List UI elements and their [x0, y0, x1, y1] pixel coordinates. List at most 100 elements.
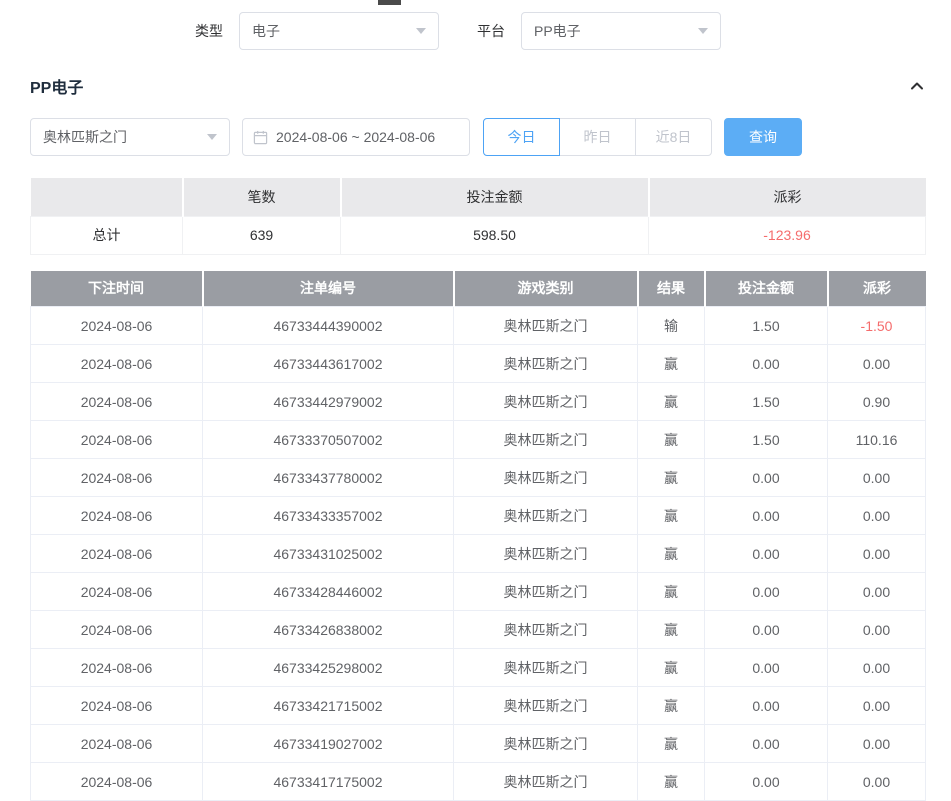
cell-bet-time: 2024-08-06 [31, 687, 203, 725]
cell-game-type: 奥林匹斯之门 [454, 535, 638, 573]
chevron-down-icon [416, 28, 426, 34]
cell-payout: 0.00 [828, 687, 926, 725]
game-select-value: 奥林匹斯之门 [43, 127, 127, 147]
top-filter-bar: 类型 电子 平台 PP电子 [0, 0, 951, 50]
cell-bet-amount: 0.00 [705, 687, 828, 725]
cell-order-id: 46733443617002 [203, 345, 454, 383]
cell-payout: 0.00 [828, 611, 926, 649]
table-row: 2024-08-0646733431025002奥林匹斯之门赢0.000.00 [31, 535, 926, 573]
table-row: 2024-08-0646733421715002奥林匹斯之门赢0.000.00 [31, 687, 926, 725]
bet-detail-table: 下注时间 注单编号 游戏类别 结果 投注金额 派彩 2024-08-064673… [30, 271, 926, 801]
platform-label: 平台 [477, 21, 505, 41]
cell-order-id: 46733419027002 [203, 725, 454, 763]
summary-total-label: 总计 [31, 216, 183, 254]
last-8-days-button[interactable]: 近8日 [635, 118, 712, 156]
header-order-id: 注单编号 [203, 271, 454, 307]
cell-result: 赢 [638, 459, 705, 497]
cell-bet-amount: 0.00 [705, 649, 828, 687]
table-row: 2024-08-0646733444390002奥林匹斯之门输1.50-1.50 [31, 307, 926, 345]
chevron-down-icon [698, 28, 708, 34]
cell-bet-amount: 1.50 [705, 383, 828, 421]
cell-game-type: 奥林匹斯之门 [454, 345, 638, 383]
summary-header-payout: 派彩 [649, 178, 926, 216]
section-header: PP电子 [30, 74, 925, 98]
search-button[interactable]: 查询 [724, 118, 802, 156]
summary-payout-value: -123.96 [649, 216, 926, 254]
cell-bet-time: 2024-08-06 [31, 459, 203, 497]
chevron-down-icon [207, 134, 217, 140]
table-row: 2024-08-0646733428446002奥林匹斯之门赢0.000.00 [31, 573, 926, 611]
cell-bet-time: 2024-08-06 [31, 421, 203, 459]
table-row: 2024-08-0646733433357002奥林匹斯之门赢0.000.00 [31, 497, 926, 535]
cell-order-id: 46733431025002 [203, 535, 454, 573]
cell-result: 赢 [638, 535, 705, 573]
cell-result: 输 [638, 307, 705, 345]
cell-bet-time: 2024-08-06 [31, 307, 203, 345]
date-range-picker[interactable]: 2024-08-06 ~ 2024-08-06 [242, 118, 470, 156]
cell-bet-time: 2024-08-06 [31, 497, 203, 535]
cell-payout: 0.90 [828, 383, 926, 421]
cell-game-type: 奥林匹斯之门 [454, 307, 638, 345]
cell-order-id: 46733444390002 [203, 307, 454, 345]
cell-order-id: 46733428446002 [203, 573, 454, 611]
cell-result: 赢 [638, 687, 705, 725]
summary-header-bet-amount: 投注金额 [341, 178, 649, 216]
collapse-chevron-up-icon[interactable] [909, 78, 925, 94]
cell-game-type: 奥林匹斯之门 [454, 459, 638, 497]
cell-bet-amount: 0.00 [705, 573, 828, 611]
type-select-value: 电子 [252, 21, 280, 41]
summary-total-row: 总计 639 598.50 -123.96 [31, 216, 926, 254]
cell-bet-time: 2024-08-06 [31, 649, 203, 687]
summary-header-empty [31, 178, 183, 216]
cell-game-type: 奥林匹斯之门 [454, 725, 638, 763]
today-button[interactable]: 今日 [483, 118, 560, 156]
cell-payout: 0.00 [828, 535, 926, 573]
cell-bet-amount: 0.00 [705, 497, 828, 535]
cell-bet-amount: 1.50 [705, 421, 828, 459]
yesterday-button[interactable]: 昨日 [559, 118, 636, 156]
summary-count-value: 639 [183, 216, 341, 254]
cell-result: 赢 [638, 345, 705, 383]
cell-result: 赢 [638, 611, 705, 649]
cell-bet-time: 2024-08-06 [31, 383, 203, 421]
cell-order-id: 46733433357002 [203, 497, 454, 535]
cell-payout: 0.00 [828, 345, 926, 383]
summary-table: 笔数 投注金额 派彩 总计 639 598.50 -123.96 [30, 178, 926, 255]
game-select[interactable]: 奥林匹斯之门 [30, 118, 230, 156]
table-row: 2024-08-0646733425298002奥林匹斯之门赢0.000.00 [31, 649, 926, 687]
summary-header-row: 笔数 投注金额 派彩 [31, 178, 926, 216]
cell-payout: 0.00 [828, 573, 926, 611]
filter-bar: 奥林匹斯之门 2024-08-06 ~ 2024-08-06 今日 昨日 近8日… [30, 118, 925, 156]
cell-order-id: 46733442979002 [203, 383, 454, 421]
cell-result: 赢 [638, 497, 705, 535]
cell-payout: 0.00 [828, 459, 926, 497]
cell-game-type: 奥林匹斯之门 [454, 687, 638, 725]
cell-bet-amount: 0.00 [705, 725, 828, 763]
cell-bet-amount: 1.50 [705, 307, 828, 345]
quick-range-group: 今日 昨日 近8日 [483, 118, 712, 156]
cell-payout: 0.00 [828, 725, 926, 763]
header-payout: 派彩 [828, 271, 926, 307]
cell-game-type: 奥林匹斯之门 [454, 383, 638, 421]
table-row: 2024-08-0646733370507002奥林匹斯之门赢1.50110.1… [31, 421, 926, 459]
detail-table-body: 2024-08-0646733444390002奥林匹斯之门输1.50-1.50… [31, 307, 926, 801]
table-row: 2024-08-0646733419027002奥林匹斯之门赢0.000.00 [31, 725, 926, 763]
cell-game-type: 奥林匹斯之门 [454, 611, 638, 649]
header-game-type: 游戏类别 [454, 271, 638, 307]
cell-bet-time: 2024-08-06 [31, 573, 203, 611]
cell-game-type: 奥林匹斯之门 [454, 573, 638, 611]
table-row: 2024-08-0646733442979002奥林匹斯之门赢1.500.90 [31, 383, 926, 421]
cell-game-type: 奥林匹斯之门 [454, 421, 638, 459]
table-row: 2024-08-0646733437780002奥林匹斯之门赢0.000.00 [31, 459, 926, 497]
platform-select[interactable]: PP电子 [521, 12, 721, 50]
summary-header-count: 笔数 [183, 178, 341, 216]
table-row: 2024-08-0646733443617002奥林匹斯之门赢0.000.00 [31, 345, 926, 383]
type-select[interactable]: 电子 [239, 12, 439, 50]
cell-order-id: 46733426838002 [203, 611, 454, 649]
date-range-value: 2024-08-06 ~ 2024-08-06 [276, 129, 435, 145]
cell-bet-amount: 0.00 [705, 345, 828, 383]
cell-bet-amount: 0.00 [705, 611, 828, 649]
cell-bet-time: 2024-08-06 [31, 611, 203, 649]
header-result: 结果 [638, 271, 705, 307]
cell-order-id: 46733421715002 [203, 687, 454, 725]
